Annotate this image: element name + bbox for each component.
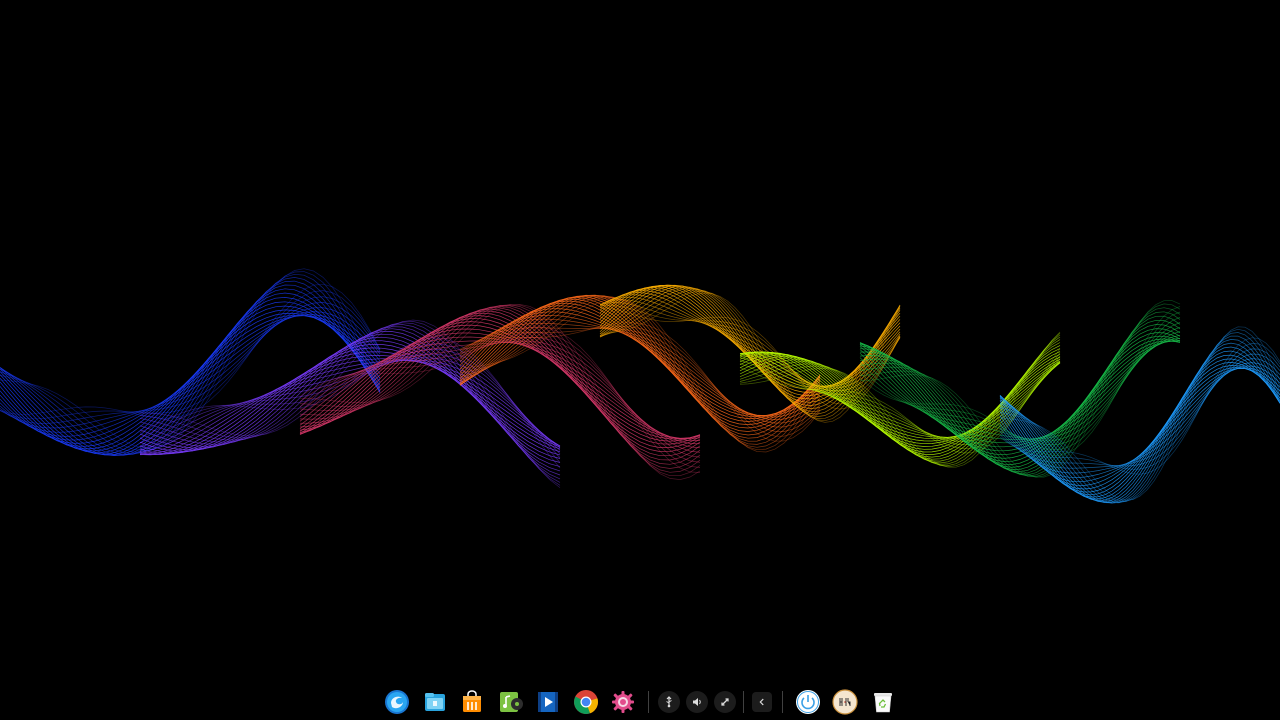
- desktop: [0, 0, 1280, 720]
- dock-app-files[interactable]: [416, 684, 454, 720]
- dock-power[interactable]: [789, 684, 827, 720]
- dock-separator: [648, 691, 650, 713]
- volume-tray-icon: [693, 698, 701, 706]
- network-tray-icon: [721, 698, 729, 706]
- video-player-icon: [537, 692, 558, 712]
- tray-collapse[interactable]: [748, 684, 776, 720]
- dock-clock[interactable]: [826, 684, 864, 720]
- dock-app-launcher[interactable]: [378, 684, 416, 720]
- tray-network[interactable]: [711, 684, 739, 720]
- dock-app-settings[interactable]: [605, 684, 643, 720]
- dock-app-music[interactable]: [491, 684, 529, 720]
- dock-trash[interactable]: [864, 684, 902, 720]
- dock-app-video[interactable]: [529, 684, 567, 720]
- chevron-left-icon: [759, 698, 764, 706]
- tray-volume[interactable]: [683, 684, 711, 720]
- dock-app-chrome[interactable]: [567, 684, 605, 720]
- dock: [378, 684, 902, 720]
- dock-separator: [781, 691, 783, 713]
- app-store-icon: [463, 690, 482, 712]
- power-icon: [795, 690, 820, 714]
- wallpaper: [0, 0, 1280, 720]
- dock-app-store[interactable]: [454, 684, 492, 720]
- file-manager-icon: [424, 693, 445, 711]
- trash-icon: [874, 693, 893, 713]
- music-player-icon: [500, 692, 524, 712]
- settings-icon: [612, 691, 635, 713]
- chrome-browser-icon: [573, 690, 598, 714]
- usb-tray-icon: [666, 696, 673, 708]
- clock-icon: [832, 689, 858, 715]
- tray-usb[interactable]: [655, 684, 683, 720]
- deepin-launcher-icon: [384, 690, 409, 714]
- dock-separator: [742, 691, 744, 713]
